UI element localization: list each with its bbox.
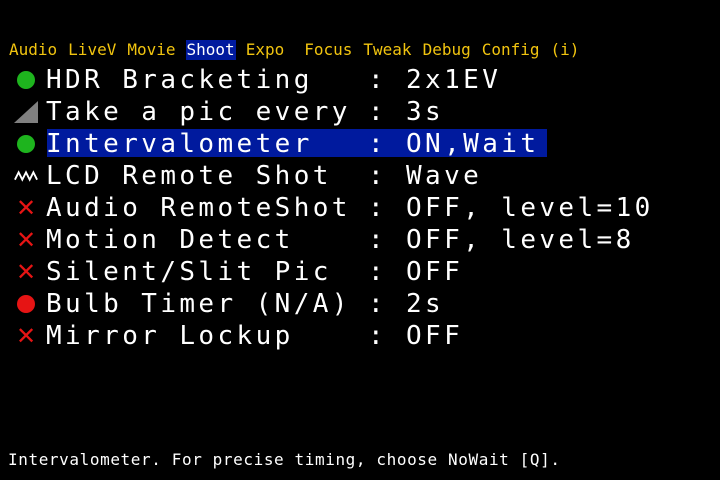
red-dot-icon: [14, 294, 38, 314]
shoot-menu-list: HDR Bracketing : 2x1EV Take a pic every …: [0, 64, 720, 352]
menu-item-colon: :: [368, 321, 388, 351]
menu-item-value: OFF: [406, 321, 464, 351]
tab-focus[interactable]: Focus: [303, 40, 353, 60]
menu-item-audio-remoteshot[interactable]: ✕ Audio RemoteShot : OFF, level=10: [0, 192, 720, 224]
tab-info[interactable]: (i): [550, 40, 581, 60]
menu-item-value: ON,Wait: [406, 129, 540, 159]
menu-item-value: Wave: [406, 161, 483, 191]
menu-item-colon: :: [368, 129, 388, 159]
tab-debug[interactable]: Debug: [422, 40, 472, 60]
menu-item-label: Intervalometer: [46, 129, 313, 159]
red-x-icon: ✕: [15, 226, 37, 254]
tab-audio[interactable]: Audio: [8, 40, 58, 60]
menu-item-bulb-timer[interactable]: Bulb Timer (N/A) : 2s: [0, 288, 720, 320]
menu-item-colon: :: [368, 225, 388, 255]
menu-item-label: HDR Bracketing: [46, 65, 313, 95]
help-text: Intervalometer. For precise timing, choo…: [8, 450, 561, 469]
menu-item-intervalometer[interactable]: Intervalometer : ON,Wait: [0, 128, 720, 160]
ramp-icon: [14, 101, 38, 123]
menu-item-colon: :: [368, 161, 388, 191]
menu-item-label: Motion Detect: [46, 225, 294, 255]
menu-item-label: Audio RemoteShot: [46, 193, 351, 223]
menu-item-label: Silent/Slit Pic: [46, 257, 332, 287]
menu-item-value: 2s: [406, 289, 445, 319]
menu-item-label: Bulb Timer (N/A): [46, 289, 351, 319]
red-x-icon: ✕: [15, 322, 37, 350]
tab-tweak[interactable]: Tweak: [362, 40, 412, 60]
menu-item-hdr-bracketing[interactable]: HDR Bracketing : 2x1EV: [0, 64, 720, 96]
tab-expo[interactable]: Expo: [245, 40, 286, 60]
red-x-icon: ✕: [15, 258, 37, 286]
menu-item-value: OFF: [406, 257, 464, 287]
menu-item-colon: :: [368, 193, 388, 223]
menu-item-label: Take a pic every: [46, 97, 351, 127]
menu-item-silent-slit-pic[interactable]: ✕ Silent/Slit Pic : OFF: [0, 256, 720, 288]
red-x-icon: ✕: [15, 194, 37, 222]
tab-shoot[interactable]: Shoot: [185, 40, 236, 60]
menu-item-value: 3s: [406, 97, 445, 127]
menu-item-colon: :: [368, 65, 388, 95]
menu-item-value: 2x1EV: [406, 65, 502, 95]
menu-item-colon: :: [368, 97, 388, 127]
menu-item-lcd-remote-shot[interactable]: LCD Remote Shot : Wave: [0, 160, 720, 192]
menu-item-label: LCD Remote Shot: [46, 161, 332, 191]
menu-item-colon: :: [368, 289, 388, 319]
menu-item-value: OFF, level=10: [406, 193, 654, 223]
menu-item-motion-detect[interactable]: ✕ Motion Detect : OFF, level=8: [0, 224, 720, 256]
tab-config[interactable]: Config: [481, 40, 541, 60]
menu-item-take-a-pic-every[interactable]: Take a pic every : 3s: [0, 96, 720, 128]
menu-item-label: Mirror Lockup: [46, 321, 294, 351]
menu-item-value: OFF, level=8: [406, 225, 635, 255]
menu-tab-bar: Audio LiveV Movie Shoot Expo Focus Tweak…: [8, 40, 580, 60]
tab-movie[interactable]: Movie: [126, 40, 176, 60]
green-dot-icon: [14, 134, 38, 154]
wave-icon: [14, 166, 38, 186]
tab-livev[interactable]: LiveV: [67, 40, 117, 60]
green-dot-icon: [14, 70, 38, 90]
menu-item-mirror-lockup[interactable]: ✕ Mirror Lockup : OFF: [0, 320, 720, 352]
menu-item-colon: :: [368, 257, 388, 287]
